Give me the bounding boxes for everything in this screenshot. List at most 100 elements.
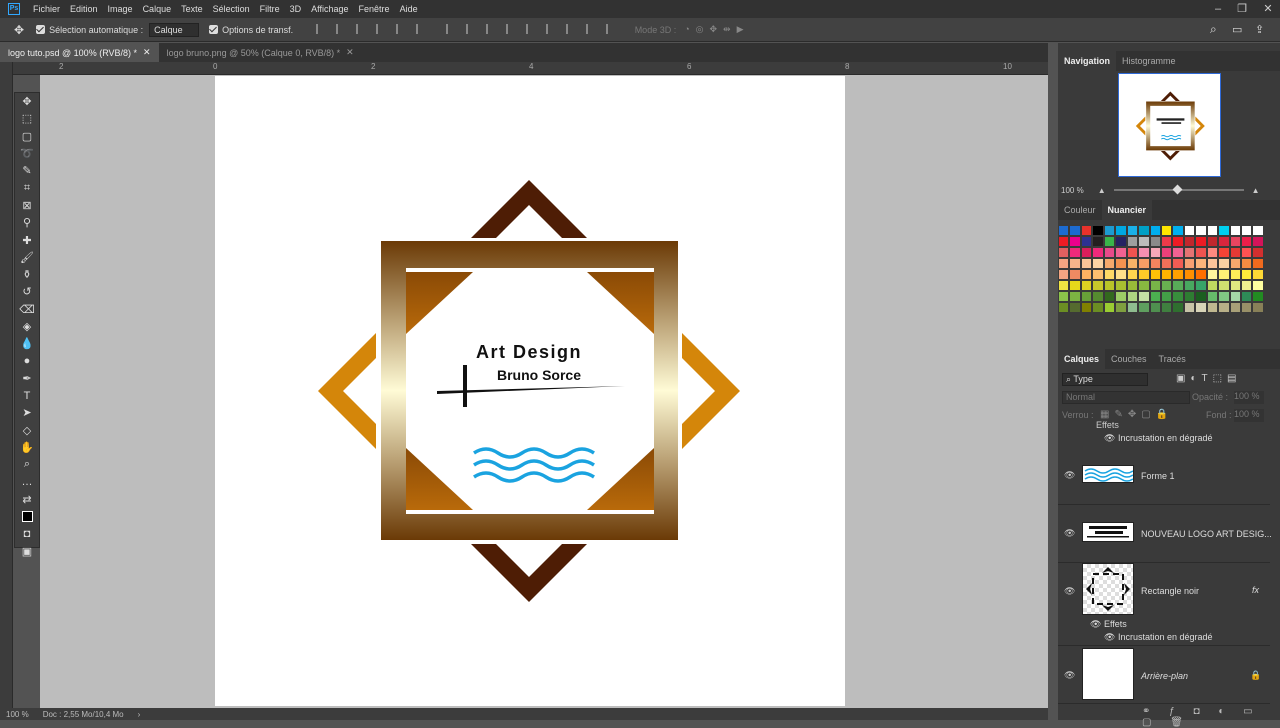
swatch[interactable] [1092,225,1104,236]
top-effect-row[interactable]: 👁 Incrustation en dégradé [1104,433,1213,444]
opacity-input[interactable]: 100 % [1234,391,1264,404]
swatch[interactable] [1149,247,1161,258]
close-tab-icon[interactable]: ✕ [143,47,151,58]
tab-navigation[interactable]: Navigation [1058,51,1117,71]
swatch[interactable] [1092,247,1104,258]
layer-row-forme-1[interactable]: 👁 Forme 1 [1058,445,1270,505]
tab-swatches[interactable]: Nuancier [1101,200,1153,220]
swatch[interactable] [1058,280,1070,291]
document-canvas[interactable]: Art Design Bruno Sorce [215,76,845,706]
swatch[interactable] [1115,280,1127,291]
menu-affichage[interactable]: Affichage [306,4,353,14]
close-icon[interactable]: ✕ [1256,0,1280,18]
swatch[interactable] [1252,280,1264,291]
color-swatch-icon[interactable] [15,508,39,525]
swatch[interactable] [1183,280,1196,291]
swatch[interactable] [1241,291,1253,302]
swatch[interactable] [1229,236,1241,247]
photoshop-logo-icon[interactable]: Ps [8,3,20,15]
swatch[interactable] [1149,225,1161,236]
swatch[interactable] [1229,225,1241,236]
swatch[interactable] [1138,247,1150,258]
swatch[interactable] [1252,258,1264,269]
swatch[interactable] [1183,258,1196,269]
layer-row-rectangle-noir[interactable]: 👁 Rectangle noir fx 👁 Effets 👁 Incrustat… [1058,563,1270,646]
swatch[interactable] [1058,258,1070,269]
swatch[interactable] [1092,236,1104,247]
status-arrow-icon[interactable]: › [138,710,141,719]
swatch[interactable] [1206,236,1219,247]
swatch[interactable] [1195,236,1207,247]
gradient-tool-icon[interactable]: ◈ [15,318,39,335]
swatch[interactable] [1115,225,1127,236]
swatch[interactable] [1218,225,1230,236]
navigator-zoom-value[interactable]: 100 % [1061,186,1084,195]
move-tool-icon[interactable]: ✥ [14,23,24,37]
swatch[interactable] [1126,269,1139,280]
share-icon[interactable]: ⇪ [1255,23,1264,36]
swatch[interactable] [1103,302,1116,313]
quick-select-tool-icon[interactable]: ✎ [15,162,39,179]
swatch[interactable] [1241,280,1253,291]
swatch[interactable] [1172,291,1184,302]
swatch[interactable] [1195,247,1207,258]
status-zoom[interactable]: 100 % [6,710,29,719]
marquee-tool-icon[interactable]: ⬚ [15,110,39,127]
swatch[interactable] [1069,302,1081,313]
swatch-grid[interactable] [1058,225,1264,313]
type-tool-icon[interactable]: T [15,387,39,404]
dodge-tool-icon[interactable]: ● [15,352,39,369]
menu-selection[interactable]: Sélection [208,4,255,14]
swatch[interactable] [1103,247,1116,258]
swatch[interactable] [1195,302,1207,313]
menu-3d[interactable]: 3D [285,4,307,14]
swatch[interactable] [1183,236,1196,247]
menu-fichier[interactable]: Fichier [28,4,65,14]
swatch[interactable] [1115,236,1127,247]
fill-input[interactable]: 100 % [1234,409,1264,422]
swatch[interactable] [1160,258,1173,269]
eye-icon[interactable]: 👁 [1064,528,1075,538]
swatch[interactable] [1103,269,1116,280]
swatch[interactable] [1218,258,1230,269]
swatch[interactable] [1218,291,1230,302]
brush-tool-icon[interactable]: 🖌 [15,249,39,266]
color-swap-icon[interactable]: ⇄ [15,491,39,508]
swatch[interactable] [1195,269,1207,280]
swatch[interactable] [1080,225,1093,236]
swatch[interactable] [1172,258,1184,269]
shape-tool-icon[interactable]: ◇ [15,422,39,439]
swatch[interactable] [1092,302,1104,313]
swatch[interactable] [1115,258,1127,269]
swatch[interactable] [1206,225,1219,236]
swatch[interactable] [1115,269,1127,280]
swatch[interactable] [1138,291,1150,302]
swatch[interactable] [1229,258,1241,269]
3d-mode-icons[interactable]: ◔◎✥⇹▶ [684,24,749,35]
swatch[interactable] [1092,280,1104,291]
swatch[interactable] [1252,302,1264,313]
swatch[interactable] [1160,247,1173,258]
swatch[interactable] [1149,291,1161,302]
swatch[interactable] [1080,302,1093,313]
swatch[interactable] [1206,269,1219,280]
minimize-icon[interactable]: – [1206,0,1230,18]
tab-layers[interactable]: Calques [1058,349,1106,369]
eye-icon[interactable]: 👁 [1064,586,1075,596]
search-icon[interactable]: ⌕ [1210,22,1217,37]
swatch[interactable] [1229,280,1241,291]
swatch[interactable] [1160,280,1173,291]
auto-select-checkbox[interactable] [36,25,46,34]
swatch[interactable] [1229,302,1241,313]
swatch[interactable] [1138,236,1150,247]
blur-tool-icon[interactable]: 💧 [15,335,39,352]
fx-icon[interactable]: fx [1252,585,1259,595]
swatch[interactable] [1138,225,1150,236]
swatch[interactable] [1126,280,1139,291]
path-select-tool-icon[interactable]: ➤ [15,404,39,421]
lock-icons[interactable]: ▦✎✥▢🔒 [1100,409,1173,420]
swatch[interactable] [1069,247,1081,258]
hand-tool-icon[interactable]: ✋ [15,439,39,456]
eyedropper-tool-icon[interactable]: ⚲ [15,214,39,231]
swatch[interactable] [1058,247,1070,258]
